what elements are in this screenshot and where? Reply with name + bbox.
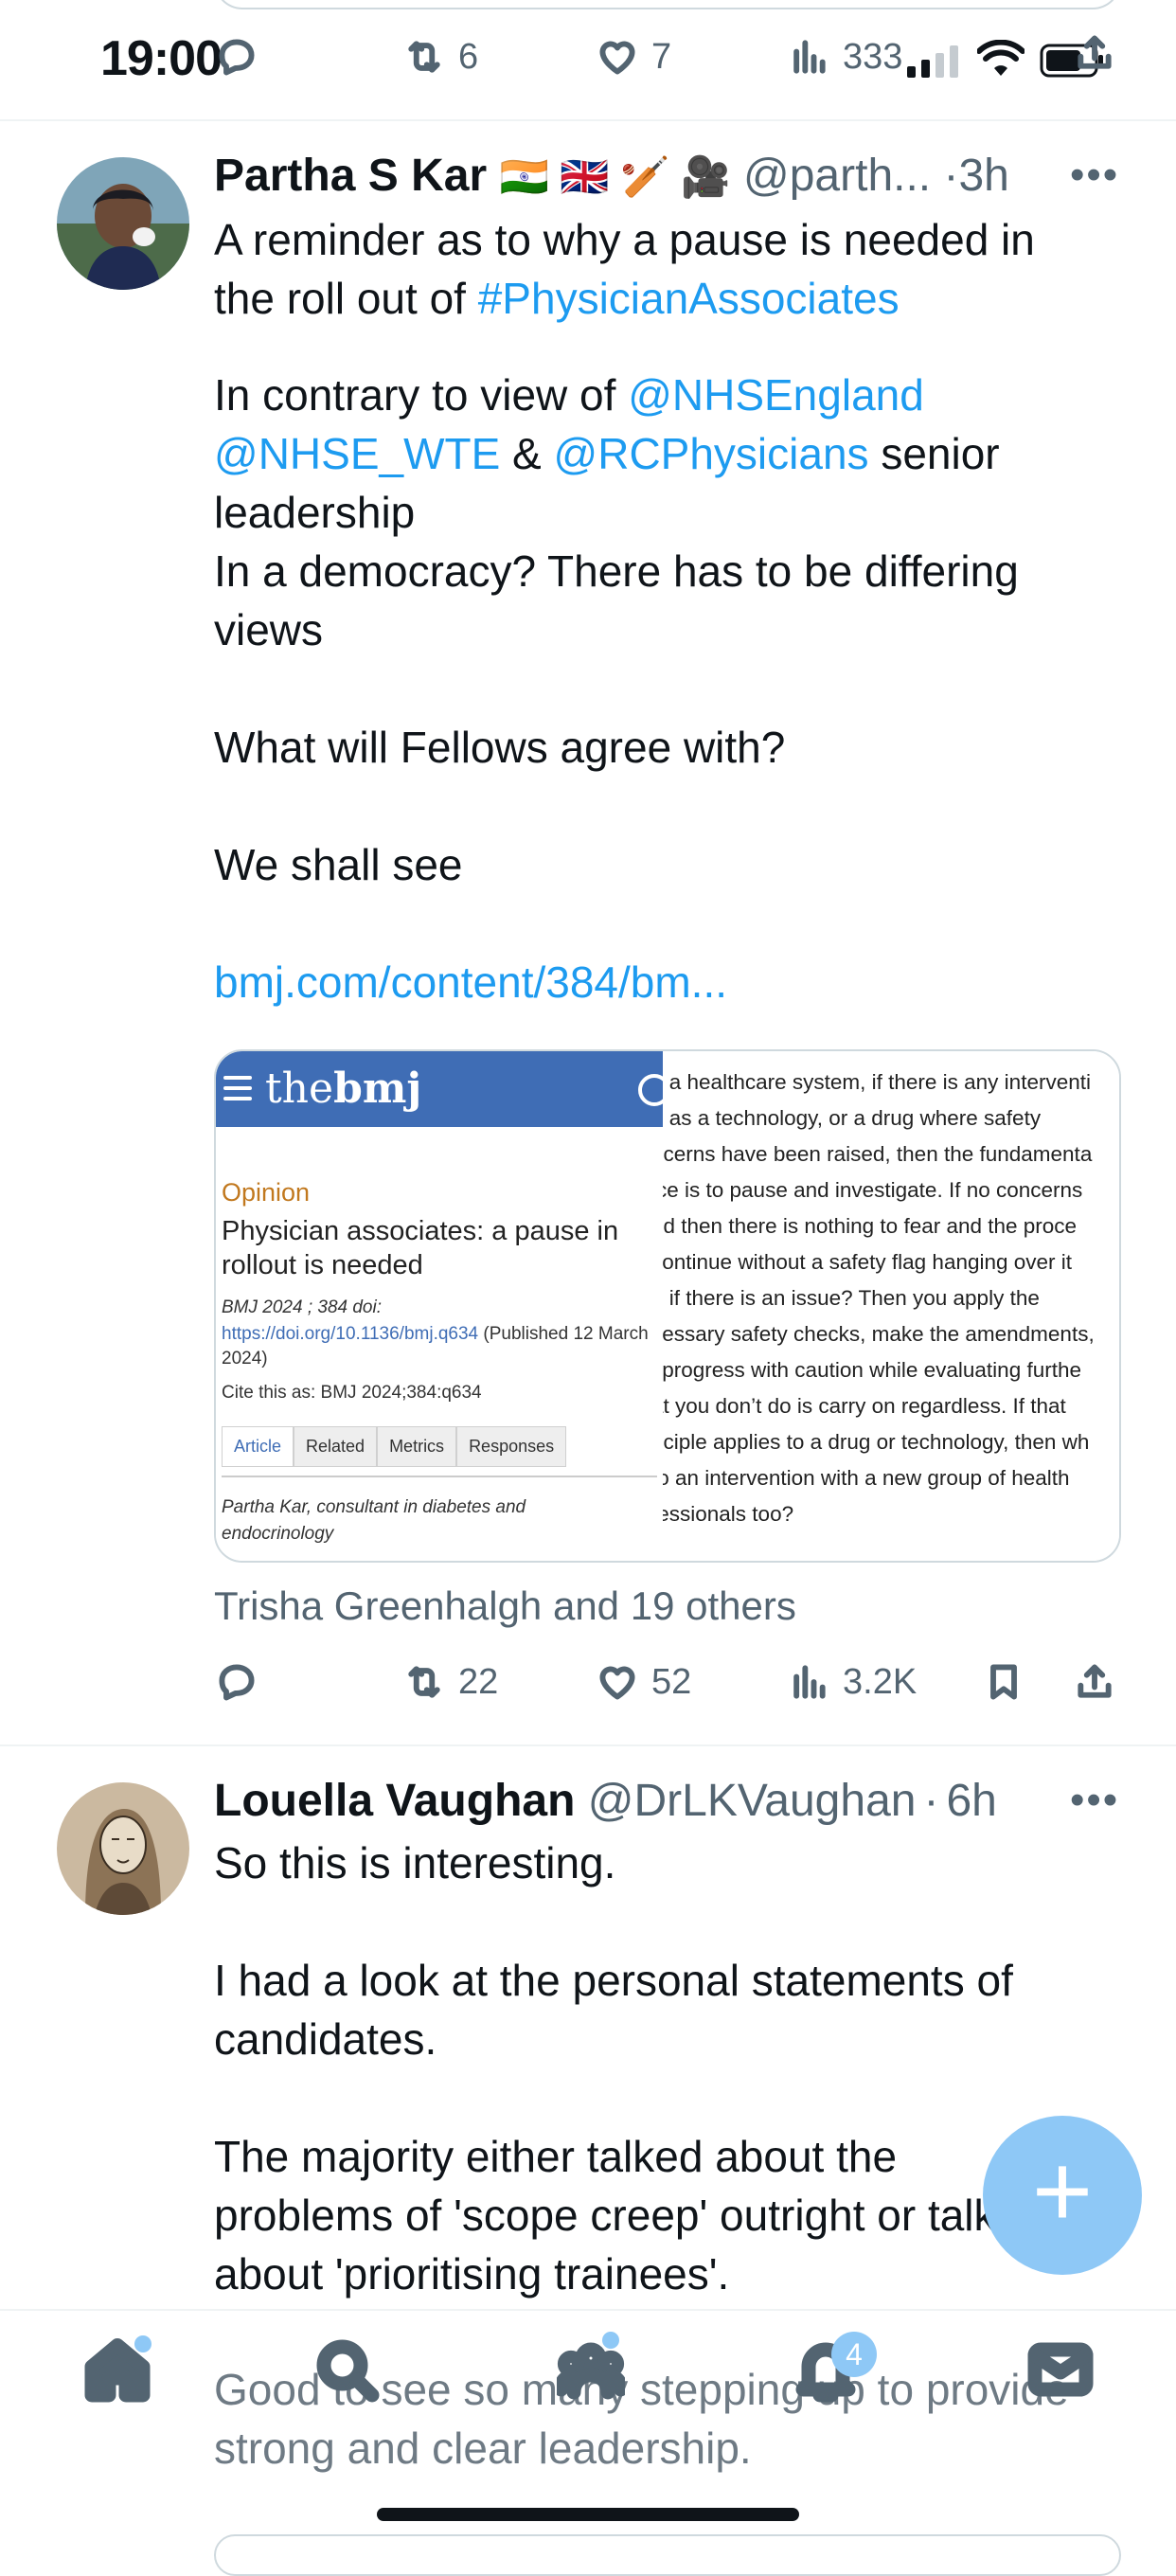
views-icon [793, 1665, 826, 1699]
url-link[interactable]: bmj.com/content/384/bm... [214, 953, 1142, 1011]
card-image-left: thebmj Opinion Physician associates: a p… [216, 1051, 670, 1561]
mention-link[interactable]: @NHSE_WTE [214, 429, 500, 478]
tweet-header: Louella Vaughan @DrLKVaughan · 6h [214, 1775, 997, 1827]
prev-view-count: 333 [843, 36, 903, 77]
plus-icon: + [1031, 2133, 1094, 2249]
author-name[interactable]: Louella Vaughan [214, 1776, 575, 1826]
bookmark-button[interactable] [983, 1661, 1025, 1703]
retweet-button[interactable]: 22 [403, 1661, 498, 1703]
home-indicator [377, 2508, 799, 2521]
mention-link[interactable]: @NHSEngland [628, 370, 924, 420]
separator: · [923, 1776, 939, 1826]
divider [0, 1744, 1176, 1746]
envelope-icon [1027, 2342, 1094, 2397]
tabs-underline [222, 1476, 657, 1477]
article-tabs: Article Related Metrics Responses [222, 1426, 567, 1467]
bmj-logo: thebmj [265, 1064, 422, 1113]
share-icon [1078, 1664, 1112, 1698]
search-icon [316, 2339, 380, 2403]
author-handle[interactable]: @parth... [743, 151, 931, 201]
status-time: 19:00 [100, 31, 223, 86]
author-flags: 🇮🇳 🇬🇧 🏏 🎥 [499, 154, 731, 199]
article-section: Opinion [222, 1178, 311, 1207]
wifi-icon [976, 39, 1025, 82]
article-title: Physician associates: a pause in rollout… [222, 1216, 619, 1280]
nav-search[interactable] [312, 2335, 381, 2404]
tweet-line: views [214, 605, 324, 654]
tweet-line: leadership [214, 488, 416, 537]
tweet-line: A reminder as to why a pause is needed i… [214, 215, 1035, 264]
retweet-icon [408, 1666, 440, 1698]
avatar-louella[interactable] [57, 1782, 189, 1915]
hashtag-link[interactable]: #PhysicianAssociates [478, 274, 900, 323]
views-button[interactable]: 3.2K [788, 1661, 917, 1703]
article-byline: Partha Kar, consultant in diabetes and e… [222, 1497, 526, 1544]
article-doi: https://doi.org/10.1136/bmj.q634 (Publis… [222, 1324, 649, 1368]
social-context[interactable]: Trisha Greenhalgh and 19 others [214, 1583, 796, 1629]
tweet-time[interactable]: 3h [958, 151, 1008, 201]
tab-article: Article [222, 1426, 294, 1467]
retweet-icon [408, 41, 440, 73]
retweet-count: 22 [458, 1661, 499, 1702]
avatar-partha[interactable] [57, 157, 189, 290]
tweet-text: A reminder as to why a pause is needed i… [214, 210, 1142, 1011]
prev-views-button[interactable]: 333 [788, 36, 902, 78]
reply-icon [219, 39, 255, 76]
like-count: 52 [651, 1661, 692, 1702]
prev-reply-button[interactable] [216, 36, 258, 78]
tweet-header: Partha S Kar 🇮🇳 🇬🇧 🏏 🎥 @parth... ·3h [214, 150, 1009, 202]
share-icon [1078, 35, 1112, 69]
notification-badge: 4 [831, 2332, 877, 2377]
mention-link[interactable]: @RCPhysicians [554, 429, 869, 478]
tweet-line: In a democracy? There has to be differin… [214, 546, 1019, 596]
tweet-line: In contrary to view of @NHSEngland [214, 370, 924, 420]
tweet-line: the roll out of #PhysicianAssociates [214, 274, 900, 323]
bottom-nav-border [0, 2309, 1176, 2311]
communities-dot [602, 2332, 619, 2349]
home-dot [134, 2335, 151, 2352]
tab-metrics: Metrics [377, 1426, 457, 1467]
reply-icon [219, 1664, 255, 1701]
menu-icon [223, 1076, 252, 1107]
prev-retweet-button[interactable]: 6 [403, 36, 478, 78]
prev-like-count: 7 [651, 36, 672, 77]
tweet-line: So this is interesting. [214, 1838, 616, 1887]
nav-messages[interactable] [1026, 2335, 1095, 2404]
view-count: 3.2K [843, 1661, 918, 1702]
tweet-time[interactable]: 6h [946, 1776, 996, 1826]
bookmark-icon [990, 1664, 1017, 1700]
next-tweet-card-edge [214, 2534, 1121, 2576]
article-excerpt: n a healthcare system, if there is any i… [663, 1070, 1095, 1526]
compose-button[interactable]: + [983, 2116, 1142, 2275]
divider [0, 119, 1176, 121]
tweet-line: @NHSE_WTE & @RCPhysicians senior [214, 429, 1000, 478]
heart-icon [599, 1666, 635, 1700]
reply-button[interactable] [216, 1661, 258, 1703]
author-name[interactable]: Partha S Kar [214, 151, 487, 201]
more-options-icon[interactable]: ••• [1070, 1777, 1119, 1824]
author-handle[interactable]: @DrLKVaughan [588, 1776, 917, 1826]
views-icon [793, 40, 826, 74]
tweet-line: We shall see [214, 840, 463, 889]
article-cite: Cite this as: BMJ 2024;384:q634 [222, 1383, 482, 1403]
link-card[interactable]: thebmj Opinion Physician associates: a p… [214, 1049, 1121, 1563]
tweet-line: candidates. [214, 2014, 437, 2064]
tab-responses: Responses [456, 1426, 567, 1467]
tweet-line: What will Fellows agree with? [214, 723, 786, 772]
card-image-right: n a healthcare system, if there is any i… [663, 1051, 1119, 1561]
like-button[interactable]: 52 [597, 1661, 691, 1703]
prev-like-button[interactable]: 7 [597, 36, 671, 78]
share-button[interactable] [1074, 1661, 1115, 1703]
more-options-icon[interactable]: ••• [1070, 152, 1119, 199]
tab-related: Related [294, 1426, 378, 1467]
article-meta: BMJ 2024 ; 384 doi: [222, 1297, 382, 1317]
separator: · [943, 151, 959, 201]
tweet-line: I had a look at the personal statements … [214, 1956, 1013, 2005]
signal-icon [907, 45, 962, 82]
heart-icon [599, 41, 635, 75]
prev-share-button[interactable] [1074, 32, 1115, 74]
prev-retweet-count: 6 [458, 36, 479, 77]
prev-tweet-card-edge [214, 0, 1121, 9]
